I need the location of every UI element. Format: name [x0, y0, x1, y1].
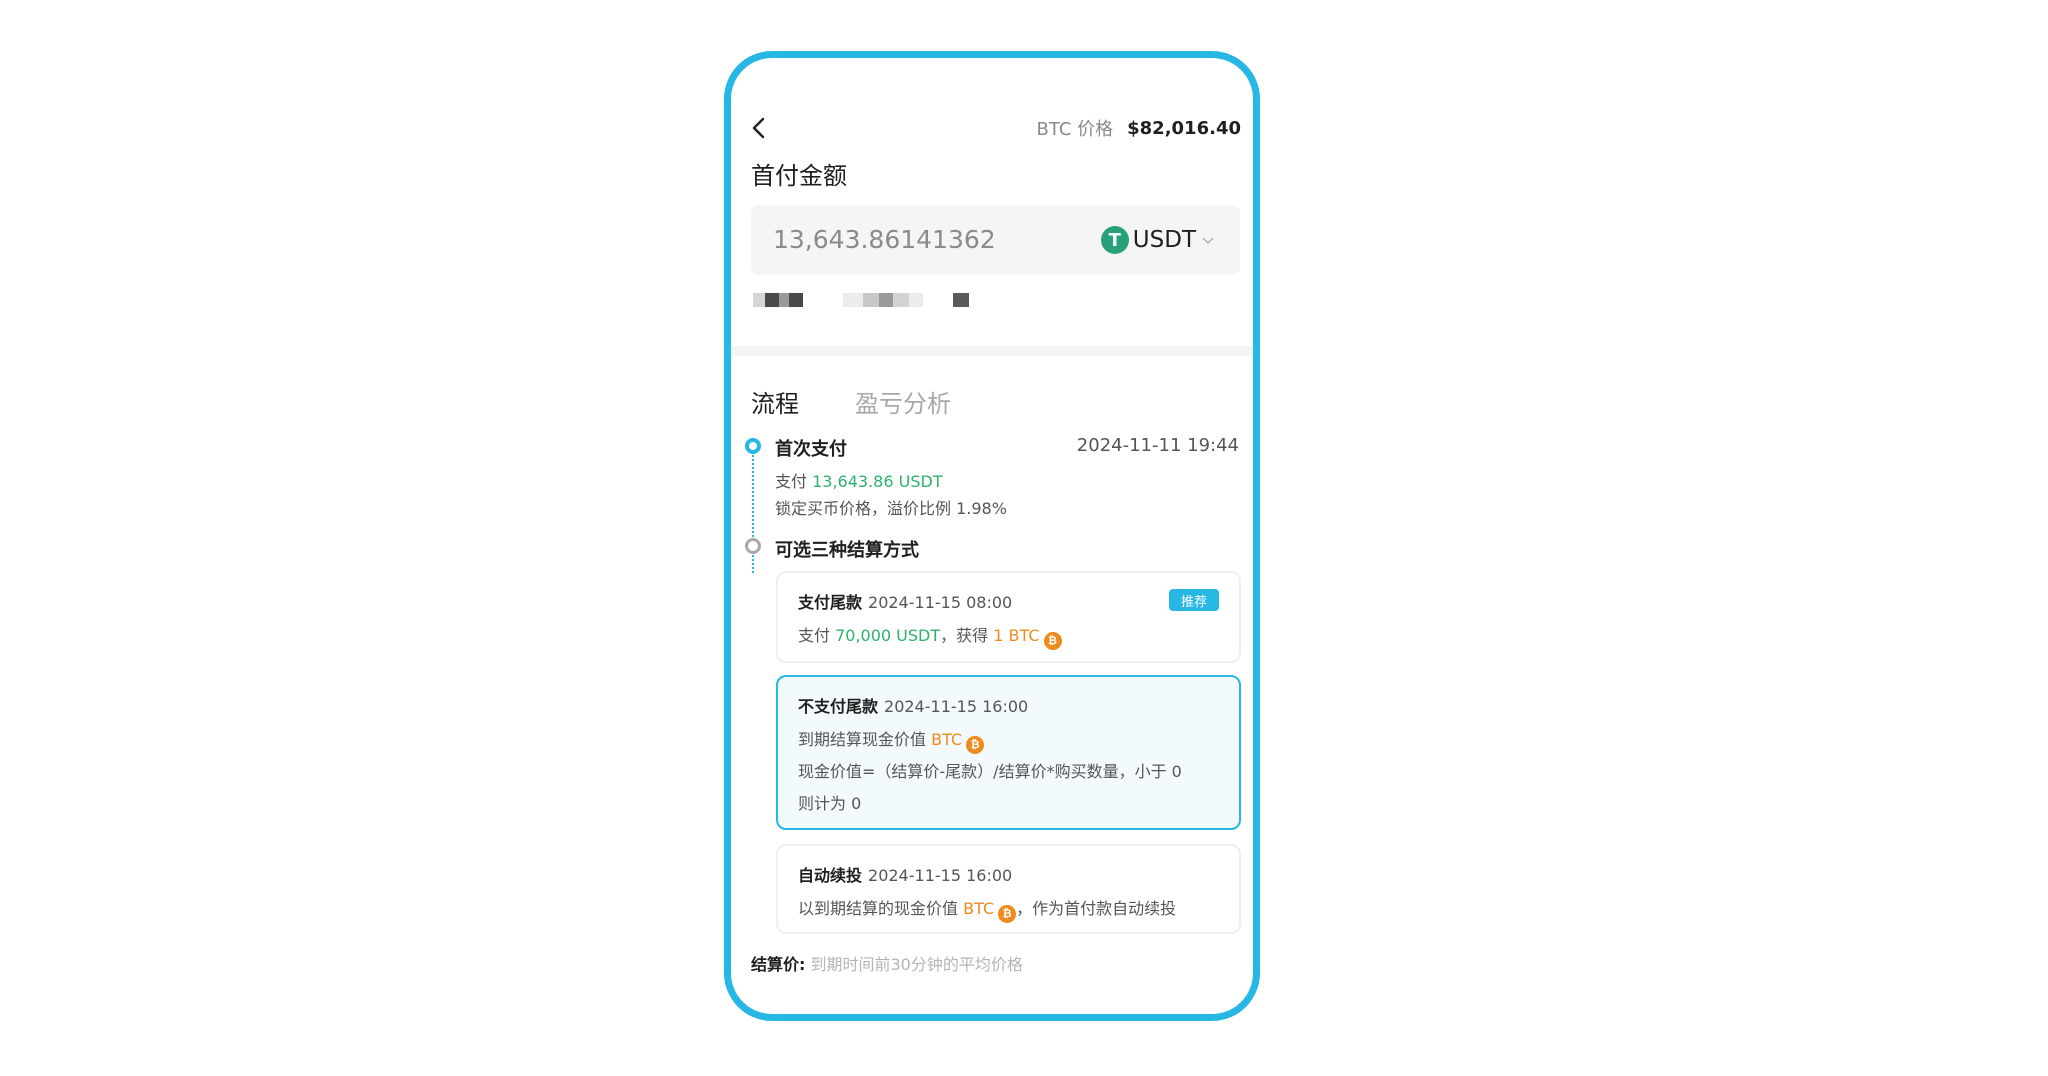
pay-prefix: 支付	[775, 472, 808, 491]
option-detail-btc: BTC	[963, 899, 995, 918]
btc-price-label: BTC 价格	[1036, 119, 1114, 140]
btc-price-value: $82,016.40	[1127, 117, 1241, 139]
settlement-price-note: 结算价: 到期时间前30分钟的平均价格	[751, 951, 1023, 975]
option-detail-btc: 1 BTC	[993, 626, 1040, 645]
option-card-pay-balance[interactable]: 支付尾款 2024-11-15 08:00 推荐 支付 70,000 USDT，获…	[776, 571, 1241, 663]
option-card-auto-reinvest[interactable]: 自动续投 2024-11-15 16:00 以到期结算的现金价值 BTC ₿ ，作为首…	[776, 844, 1241, 934]
step-first-payment-time: 2024-11-11 19:44	[1076, 435, 1239, 456]
timeline-dot-active	[745, 438, 761, 454]
step-first-payment-amount-line: 支付 13,643.86 USDT	[775, 468, 943, 492]
usdt-icon: T	[1100, 226, 1129, 254]
option-detail-mid: ，获得	[940, 626, 989, 645]
option-card-header: 自动续投 2024-11-15 16:00	[798, 862, 1012, 886]
btc-price-display: BTC 价格 $82,016.40	[1037, 114, 1241, 142]
option-detail-line: 支付 70,000 USDT，获得 1 BTC ₿	[798, 622, 1062, 650]
timeline-dot	[745, 538, 761, 554]
option-detail-btc: BTC	[931, 730, 963, 749]
step-first-payment-note: 锁定买币价格，溢价比例 1.98%	[775, 499, 1007, 518]
tab-bar: 流程 盈亏分析	[751, 384, 951, 419]
option-detail-prefix: 到期结算现金价值	[798, 730, 927, 749]
down-payment-amount-box: T USDT	[751, 205, 1240, 275]
timeline-line	[752, 455, 754, 573]
back-button[interactable]	[745, 114, 773, 142]
tab-pnl-analysis[interactable]: 盈亏分析	[855, 384, 951, 419]
chevron-down-icon	[1202, 237, 1214, 245]
currency-selector[interactable]: T USDT	[1100, 205, 1216, 275]
option-detail-suffix: ，作为首付款自动续投	[1016, 899, 1177, 918]
option-time: 2024-11-15 16:00	[884, 697, 1029, 716]
down-payment-title: 首付金额	[751, 162, 847, 190]
option-title: 自动续投	[798, 866, 863, 885]
option-time: 2024-11-15 16:00	[868, 866, 1013, 885]
pay-amount: 13,643.86 USDT	[812, 472, 943, 491]
tab-process[interactable]: 流程	[751, 384, 799, 419]
option-formula-line-2: 则计为 0	[798, 794, 862, 813]
option-detail-line: 到期结算现金价值 BTC ₿	[798, 726, 985, 754]
option-card-no-balance[interactable]: 不支付尾款 2024-11-15 16:00 到期结算现金价值 BTC ₿ 现金价值…	[776, 675, 1241, 830]
settlement-price-label: 结算价:	[751, 955, 806, 974]
currency-label: USDT	[1132, 227, 1196, 253]
btc-icon: ₿	[966, 735, 985, 754]
phone-frame: BTC 价格 $82,016.40 首付金额 T USDT 流程 盈亏分析 首次…	[724, 51, 1260, 1021]
step-settlement-title: 可选三种结算方式	[775, 540, 919, 561]
option-card-header: 支付尾款 2024-11-15 08:00	[798, 589, 1012, 613]
chevron-left-icon	[752, 117, 765, 139]
settlement-price-text: 到期时间前30分钟的平均价格	[810, 955, 1023, 974]
option-detail-line: 以到期结算的现金价值 BTC ₿ ，作为首付款自动续投	[798, 895, 1176, 923]
btc-icon: ₿	[998, 904, 1017, 923]
option-detail-amount: 70,000 USDT	[835, 626, 941, 645]
section-divider	[731, 346, 1253, 356]
down-payment-amount-input[interactable]	[773, 205, 1073, 275]
option-card-header: 不支付尾款 2024-11-15 16:00	[798, 693, 1028, 717]
option-title: 支付尾款	[798, 593, 863, 612]
obscured-info	[753, 290, 993, 308]
option-formula-line: 现金价值=（结算价-尾款）/结算价*购买数量，小于 0	[798, 762, 1182, 781]
recommended-badge: 推荐	[1169, 589, 1219, 611]
step-first-payment-title: 首次支付	[775, 439, 847, 460]
btc-icon: ₿	[1043, 631, 1062, 650]
option-time: 2024-11-15 08:00	[868, 593, 1013, 612]
option-title: 不支付尾款	[798, 697, 879, 716]
option-detail-prefix: 支付	[798, 626, 831, 645]
option-detail-prefix: 以到期结算的现金价值	[798, 899, 959, 918]
